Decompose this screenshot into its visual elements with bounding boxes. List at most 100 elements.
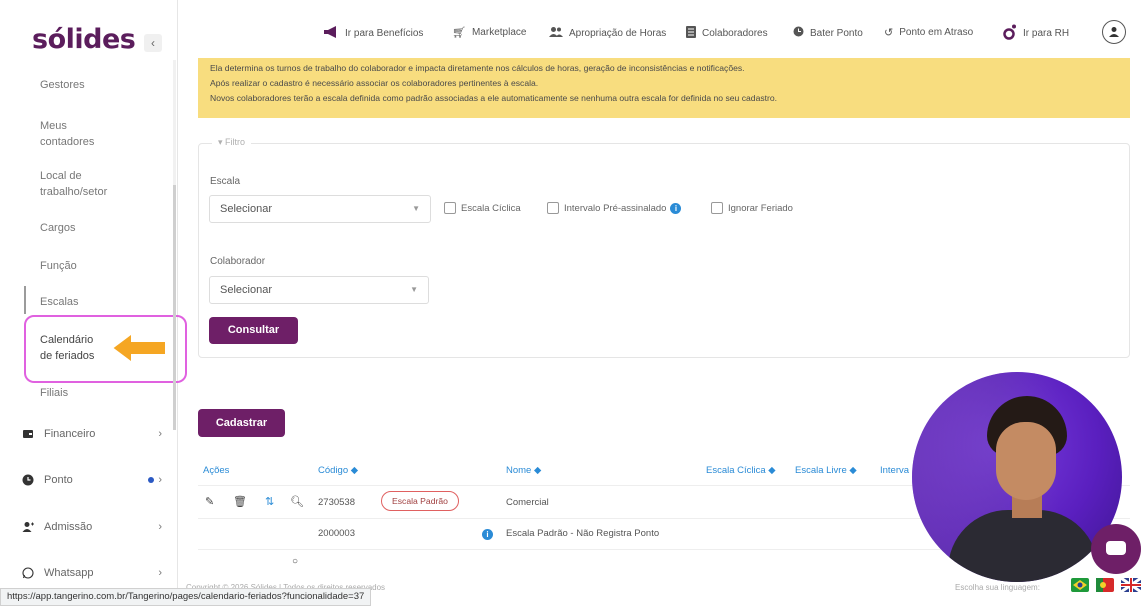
language-label: Escolha sua linguagem: xyxy=(955,583,1040,592)
whatsapp-icon xyxy=(22,567,34,579)
status-badge: Escala Padrão xyxy=(381,491,459,511)
chevron-right-icon: › xyxy=(158,428,162,440)
escala-ciclica-checkbox[interactable]: Escala Cíclica xyxy=(444,202,521,214)
sidebar-item-calendario-de-feriados[interactable]: Calendário de feriados xyxy=(40,332,104,364)
alert-line-3: Novos colaboradores terão a escala defin… xyxy=(210,93,778,103)
intervalo-pre-assinalado-checkbox[interactable]: Intervalo Pré-assinalado i xyxy=(547,202,682,214)
sidebar-active-indicator xyxy=(24,286,26,314)
cell-nome: Escala Padrão - Não Registra Ponto xyxy=(506,528,660,539)
notification-dot xyxy=(148,477,154,483)
users-icon xyxy=(549,26,563,41)
cadastrar-button[interactable]: Cadastrar xyxy=(198,409,285,437)
sidebar-item-funcao[interactable]: Função xyxy=(40,258,140,274)
arrow-pointer-icon xyxy=(110,331,167,365)
sidebar-group-label: Admissão xyxy=(44,521,93,533)
chat-bubble-icon xyxy=(1106,541,1126,555)
cell-codigo: 2730538 xyxy=(318,497,355,508)
user-avatar-button[interactable] xyxy=(1102,20,1126,44)
colaborador-select[interactable]: Selecionar ▼ xyxy=(209,276,429,304)
cell-codigo: 2000003 xyxy=(318,528,355,539)
sidebar-item-cargos[interactable]: Cargos xyxy=(40,220,140,236)
checkbox-label: Ignorar Feriado xyxy=(728,202,793,214)
sidebar-item-meus-contadores[interactable]: Meus contadores xyxy=(40,118,110,150)
colaborador-label: Colaborador xyxy=(210,256,266,267)
nav-label: Ir para Benefícios xyxy=(345,28,424,39)
sidebar-group-admissao[interactable]: Admissão › xyxy=(22,521,162,533)
sidebar-item-local-de-trabalho[interactable]: Local de trabalho/setor xyxy=(40,168,116,200)
nav-label: Ir para RH xyxy=(1023,28,1070,39)
sidebar-group-whatsapp[interactable]: Whatsapp › xyxy=(22,567,162,579)
checkbox-label: Escala Cíclica xyxy=(461,202,521,214)
col-header-escala-livre[interactable]: Escala Livre ◆ xyxy=(795,465,857,476)
wallet-icon xyxy=(22,428,34,440)
nav-ir-para-rh[interactable]: Ir para RH xyxy=(1003,24,1069,43)
colaborador-select-value: Selecionar xyxy=(220,284,272,296)
alert-line-2: Após realizar o cadastro é necessário as… xyxy=(210,78,539,88)
escala-label: Escala xyxy=(210,176,241,187)
checkbox-box[interactable] xyxy=(444,202,456,214)
ignorar-feriado-checkbox[interactable]: Ignorar Feriado xyxy=(711,202,793,214)
filter-panel xyxy=(198,143,1130,358)
nav-bater-ponto[interactable]: Bater Ponto xyxy=(793,26,863,40)
info-icon[interactable]: i xyxy=(670,202,682,214)
user-add-icon xyxy=(22,521,34,533)
sidebar-group-financeiro[interactable]: Financeiro › xyxy=(22,428,162,440)
chat-button[interactable] xyxy=(1091,524,1141,574)
edit-icon[interactable]: ✎ xyxy=(205,495,214,508)
consultar-button[interactable]: Consultar xyxy=(209,317,298,344)
sidebar-item-gestores[interactable]: Gestores xyxy=(40,77,140,93)
list-icon xyxy=(686,26,696,41)
chevron-right-icon: › xyxy=(158,474,162,486)
nav-label: Apropriação de Horas xyxy=(569,28,667,39)
col-header-acoes: Ações xyxy=(203,465,230,476)
sidebar-group-label: Whatsapp xyxy=(44,567,94,579)
trash-icon[interactable]: 🗑︎ xyxy=(233,495,247,508)
filter-toggle-icon: ▾ xyxy=(218,137,226,147)
solides-icon xyxy=(1003,24,1017,43)
webcam-person-face xyxy=(996,422,1056,500)
col-header-nome[interactable]: Nome ◆ xyxy=(506,465,541,476)
nav-marketplace[interactable]: 🛒︎ Marketplace xyxy=(452,26,526,39)
filter-legend[interactable]: ▾ Filtro xyxy=(212,137,252,148)
filter-legend-label: Filtro xyxy=(225,137,246,147)
chevron-down-icon: ▼ xyxy=(410,285,418,294)
col-header-intervalo[interactable]: Interva xyxy=(880,465,909,476)
escala-select-value: Selecionar xyxy=(220,203,272,215)
history-icon: ↺ xyxy=(884,27,894,39)
checkbox-box[interactable] xyxy=(711,202,723,214)
nav-ponto-em-atraso[interactable]: ↺ Ponto em Atraso xyxy=(884,26,973,39)
escala-select[interactable]: Selecionar ▼ xyxy=(209,195,431,223)
nav-colaboradores[interactable]: Colaboradores xyxy=(686,26,768,41)
sidebar: sólides ‹ Gestores Meus contadores Local… xyxy=(0,0,187,606)
col-header-codigo[interactable]: Código ◆ xyxy=(318,465,358,476)
clock-icon xyxy=(22,474,34,486)
sidebar-item-filiais[interactable]: Filiais xyxy=(40,385,140,401)
nav-label: Marketplace xyxy=(471,27,527,38)
solides-logo[interactable]: sólides xyxy=(32,24,136,55)
clock-icon xyxy=(793,26,804,40)
info-icon[interactable]: i xyxy=(482,529,493,540)
uk-flag-icon[interactable] xyxy=(1120,576,1141,594)
chevron-down-icon: ▼ xyxy=(412,204,420,213)
nav-ir-para-beneficios[interactable]: Ir para Benefícios xyxy=(323,26,423,41)
status-bar-url: https://app.tangerino.com.br/Tangerino/p… xyxy=(0,588,372,606)
nav-apropriacao-de-horas[interactable]: Apropriação de Horas xyxy=(549,26,666,41)
chevron-right-icon: › xyxy=(158,521,162,533)
collapse-sidebar-button[interactable]: ‹ xyxy=(144,34,162,52)
cell-nome: Comercial xyxy=(506,497,549,508)
cart-icon: 🛒︎ xyxy=(452,27,466,39)
search-icon[interactable]: 🔍︎ xyxy=(290,495,304,508)
sidebar-item-escalas[interactable]: Escalas xyxy=(40,294,140,310)
sidebar-scrollbar-thumb[interactable] xyxy=(173,185,176,430)
nav-label: Ponto em Atraso xyxy=(899,27,974,38)
chevron-right-icon: › xyxy=(158,567,162,579)
nav-label: Colaboradores xyxy=(702,28,768,39)
col-header-escala-ciclica[interactable]: Escala Cíclica ◆ xyxy=(706,465,776,476)
search-icon[interactable]: ○ xyxy=(292,556,298,567)
alert-line-1: Ela determina os turnos de trabalho do c… xyxy=(210,63,745,73)
sidebar-group-ponto[interactable]: Ponto › xyxy=(22,474,162,486)
sidebar-group-label: Financeiro xyxy=(44,428,96,440)
transfer-icon[interactable]: ⇅ xyxy=(265,495,274,508)
megaphone-icon xyxy=(323,26,339,41)
checkbox-box[interactable] xyxy=(547,202,559,214)
